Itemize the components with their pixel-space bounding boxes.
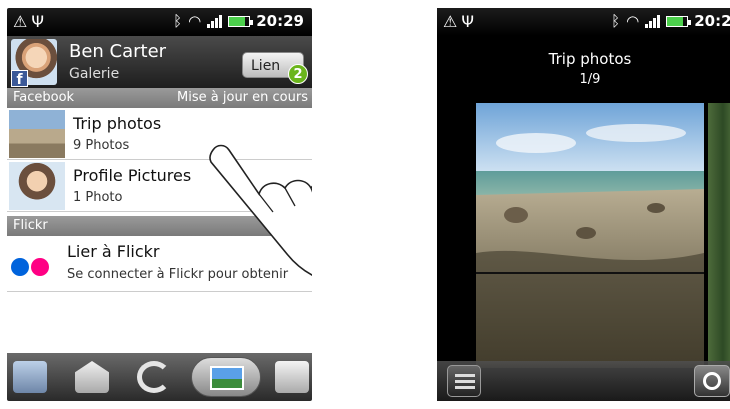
album-count: 1 Photo xyxy=(73,190,123,205)
notification-badge: 2 xyxy=(288,64,308,84)
status-right-icons: ᛒ ◠ 20:29 xyxy=(173,12,304,30)
messages-tab-icon[interactable] xyxy=(13,361,47,393)
status-left-icons: ⚠Ψ xyxy=(443,12,478,31)
bluetooth-icon: ᛒ xyxy=(173,12,183,30)
album-row-profile-pictures[interactable]: Profile Pictures 1 Photo xyxy=(7,160,312,212)
status-right-icons: ᛒ ◠ 20:29 xyxy=(611,12,730,30)
sync-tab-icon[interactable] xyxy=(137,361,171,393)
album-title: Trip photos xyxy=(73,114,162,133)
beach-photo xyxy=(476,103,704,368)
battery-icon xyxy=(666,15,692,27)
menu-button[interactable] xyxy=(447,365,481,397)
profile-header: f Ben Carter Galerie Lien 2 xyxy=(7,36,312,88)
phone-screen-photo-viewer: ⚠Ψ ᛒ ◠ 20:29 Trip photos 1/9 xyxy=(437,8,730,401)
album-count: 9 Photos xyxy=(73,138,130,153)
flickr-subtitle: Se connecter à Flickr pour obtenir xyxy=(67,267,289,282)
profile-subtitle: Galerie xyxy=(69,66,120,82)
album-thumbnail xyxy=(9,110,65,158)
menu-icon xyxy=(455,374,475,377)
signal-icon xyxy=(207,14,223,28)
album-row-trip-photos[interactable]: Trip photos 9 Photos xyxy=(7,108,312,160)
usb-icon: Ψ xyxy=(461,12,478,31)
section-header-facebook: Facebook Mise à jour en cours xyxy=(7,88,312,108)
viewer-toolbar xyxy=(437,361,730,401)
status-time: 20:29 xyxy=(694,12,730,30)
gallery-tab-icon[interactable] xyxy=(191,357,261,397)
usb-icon: Ψ xyxy=(31,12,48,31)
photo-current[interactable] xyxy=(476,103,704,368)
album-thumbnail xyxy=(9,162,65,210)
battery-icon xyxy=(228,15,254,27)
flickr-link-row[interactable]: Lier à Flickr Se connecter à Flickr pour… xyxy=(7,236,312,292)
warning-icon: ⚠ xyxy=(13,12,32,31)
section-label: Flickr xyxy=(13,218,48,233)
signal-icon xyxy=(645,14,661,28)
status-bar: ⚠Ψ ᛒ ◠ 20:29 xyxy=(437,8,730,36)
status-left-icons: ⚠Ψ xyxy=(13,12,48,31)
photo-counter: 1/9 xyxy=(579,72,601,87)
bottom-tab-bar xyxy=(7,353,312,401)
bluetooth-icon: ᛒ xyxy=(611,12,621,30)
camera-shutter-button[interactable] xyxy=(694,365,730,397)
update-status: Mise à jour en cours xyxy=(177,90,308,105)
warning-icon: ⚠ xyxy=(443,12,462,31)
album-title: Trip photos xyxy=(548,50,632,68)
phone-screen-gallery-list: ⚠Ψ ᛒ ◠ 20:29 f Ben Carter Galerie Lien 2… xyxy=(7,8,312,401)
shutter-icon xyxy=(703,372,721,390)
wifi-icon: ◠ xyxy=(188,12,202,30)
section-label: Facebook xyxy=(13,90,75,105)
facebook-icon: f xyxy=(11,70,28,88)
screenshot-stage: ⚠Ψ ᛒ ◠ 20:29 f Ben Carter Galerie Lien 2… xyxy=(0,0,730,409)
flickr-title: Lier à Flickr xyxy=(67,242,160,261)
album-title: Profile Pictures xyxy=(73,166,192,185)
status-bar: ⚠Ψ ᛒ ◠ 20:29 xyxy=(7,8,312,36)
mail-tab-icon[interactable] xyxy=(75,361,109,393)
status-time: 20:29 xyxy=(256,12,304,30)
section-header-flickr: Flickr xyxy=(7,216,312,236)
profile-name: Ben Carter xyxy=(69,41,167,62)
more-tab-icon[interactable] xyxy=(275,361,309,393)
flickr-icon xyxy=(11,258,49,276)
wifi-icon: ◠ xyxy=(626,12,640,30)
photo-next-preview[interactable] xyxy=(708,103,730,368)
